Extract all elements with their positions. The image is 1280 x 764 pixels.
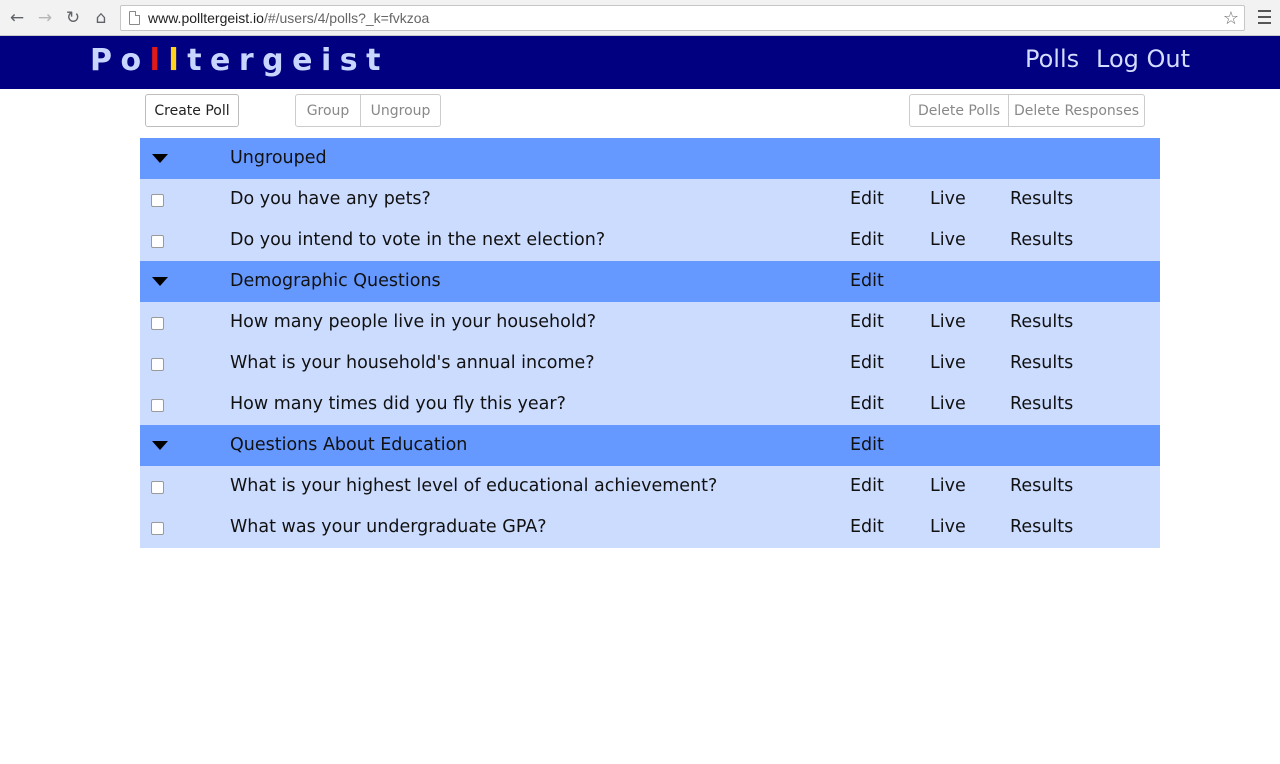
group-name: Ungrouped <box>230 148 327 168</box>
results-link[interactable]: Results <box>1010 476 1073 496</box>
edit-link[interactable]: Edit <box>850 312 884 332</box>
poll-checkbox[interactable] <box>151 235 164 248</box>
create-poll-button[interactable]: Create Poll <box>145 94 239 127</box>
poll-row: Do you intend to vote in the next electi… <box>140 220 1160 261</box>
forward-arrow-icon[interactable]: → <box>34 7 56 29</box>
poll-row: What is your highest level of educationa… <box>140 466 1160 507</box>
poll-question: How many times did you fly this year? <box>230 394 566 414</box>
live-link[interactable]: Live <box>930 476 966 496</box>
live-link[interactable]: Live <box>930 394 966 414</box>
poll-question: What was your undergraduate GPA? <box>230 517 547 537</box>
group-edit-link[interactable]: Edit <box>850 435 884 455</box>
group-row-demographic-questions: Demographic Questions Edit <box>140 261 1160 302</box>
results-link[interactable]: Results <box>1010 394 1073 414</box>
poll-table: Ungrouped Do you have any pets? Edit Liv… <box>140 138 1160 548</box>
live-link[interactable]: Live <box>930 353 966 373</box>
results-link[interactable]: Results <box>1010 517 1073 537</box>
poll-checkbox[interactable] <box>151 194 164 207</box>
url-text: www.polltergeist.io/#/users/4/polls?_k=f… <box>148 10 430 26</box>
app-header: Polltergeist Polls Log Out <box>0 36 1280 89</box>
poll-row: What was your undergraduate GPA? Edit Li… <box>140 507 1160 548</box>
page-icon <box>129 11 140 25</box>
ungroup-button[interactable]: Ungroup <box>361 94 441 127</box>
nav-polls-link[interactable]: Polls <box>1025 45 1079 73</box>
results-link[interactable]: Results <box>1010 230 1073 250</box>
browser-toolbar: ← → ↻ ⌂ www.polltergeist.io/#/users/4/po… <box>0 0 1280 36</box>
live-link[interactable]: Live <box>930 230 966 250</box>
live-link[interactable]: Live <box>930 312 966 332</box>
poll-checkbox[interactable] <box>151 481 164 494</box>
collapse-caret-icon[interactable] <box>152 441 168 450</box>
edit-link[interactable]: Edit <box>850 189 884 209</box>
poll-checkbox[interactable] <box>151 358 164 371</box>
poll-question: What is your highest level of educationa… <box>230 476 718 496</box>
poll-question: What is your household's annual income? <box>230 353 595 373</box>
poll-question: Do you have any pets? <box>230 189 431 209</box>
live-link[interactable]: Live <box>930 189 966 209</box>
delete-polls-button[interactable]: Delete Polls <box>909 94 1009 127</box>
polltergeist-logo[interactable]: Polltergeist <box>90 43 389 78</box>
edit-link[interactable]: Edit <box>850 353 884 373</box>
edit-link[interactable]: Edit <box>850 394 884 414</box>
collapse-caret-icon[interactable] <box>152 277 168 286</box>
poll-row: How many people live in your household? … <box>140 302 1160 343</box>
group-button[interactable]: Group <box>295 94 361 127</box>
group-row-questions-about-education: Questions About Education Edit <box>140 425 1160 466</box>
edit-link[interactable]: Edit <box>850 517 884 537</box>
results-link[interactable]: Results <box>1010 189 1073 209</box>
collapse-caret-icon[interactable] <box>152 154 168 163</box>
bookmark-star-icon[interactable]: ☆ <box>1223 8 1239 29</box>
nav-logout-link[interactable]: Log Out <box>1096 45 1190 73</box>
home-icon[interactable]: ⌂ <box>90 7 112 29</box>
poll-row: What is your household's annual income? … <box>140 343 1160 384</box>
group-row-ungrouped: Ungrouped <box>140 138 1160 179</box>
live-link[interactable]: Live <box>930 517 966 537</box>
reload-icon[interactable]: ↻ <box>62 7 84 29</box>
poll-question: Do you intend to vote in the next electi… <box>230 230 606 250</box>
delete-responses-button[interactable]: Delete Responses <box>1009 94 1145 127</box>
poll-row: How many times did you fly this year? Ed… <box>140 384 1160 425</box>
edit-link[interactable]: Edit <box>850 230 884 250</box>
poll-checkbox[interactable] <box>151 317 164 330</box>
address-bar[interactable]: www.polltergeist.io/#/users/4/polls?_k=f… <box>120 5 1245 31</box>
group-name: Questions About Education <box>230 435 468 455</box>
poll-checkbox[interactable] <box>151 522 164 535</box>
poll-checkbox[interactable] <box>151 399 164 412</box>
group-edit-link[interactable]: Edit <box>850 271 884 291</box>
poll-row: Do you have any pets? Edit Live Results <box>140 179 1160 220</box>
browser-menu-icon[interactable] <box>1258 10 1271 24</box>
back-arrow-icon[interactable]: ← <box>6 7 28 29</box>
group-name: Demographic Questions <box>230 271 441 291</box>
results-link[interactable]: Results <box>1010 312 1073 332</box>
edit-link[interactable]: Edit <box>850 476 884 496</box>
poll-question: How many people live in your household? <box>230 312 597 332</box>
results-link[interactable]: Results <box>1010 353 1073 373</box>
